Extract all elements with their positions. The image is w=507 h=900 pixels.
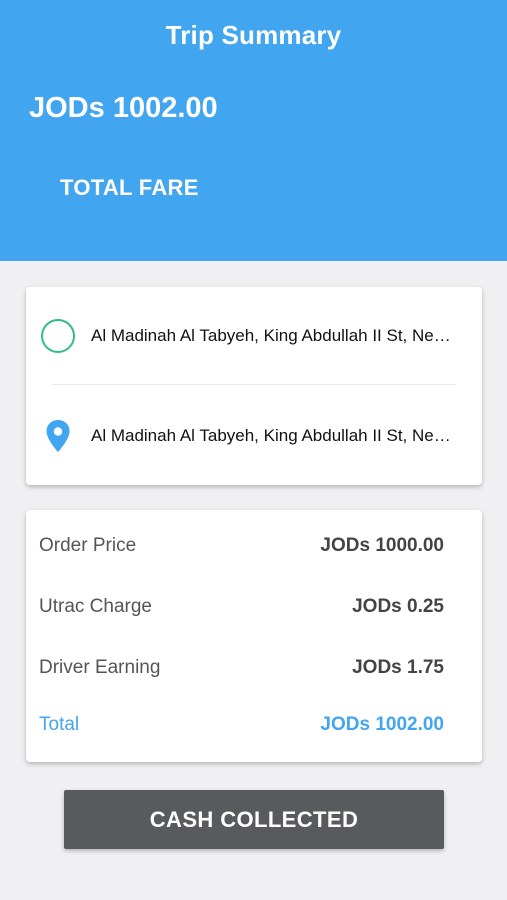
fare-row-utrac-charge: Utrac Charge JODs 0.25 bbox=[39, 592, 444, 622]
drop-row[interactable]: Al Madinah Al Tabyeh, King Abdullah II S… bbox=[0, 411, 507, 461]
fare-row-value: JODs 1.75 bbox=[352, 657, 444, 678]
page-title: Trip Summary bbox=[165, 20, 342, 50]
total-fare-amount: JODs 1002.00 bbox=[29, 92, 218, 124]
pickup-address: Al Madinah Al Tabyeh, King Abdullah II S… bbox=[91, 326, 462, 345]
fare-row-order-price: Order Price JODs 1000.00 bbox=[39, 531, 444, 561]
fare-breakdown-card: Order Price JODs 1000.00 Utrac Charge JO… bbox=[26, 510, 482, 762]
header: Trip Summary JODs 1002.00 TOTAL FARE bbox=[0, 0, 507, 261]
fare-row-driver-earning: Driver Earning JODs 1.75 bbox=[39, 653, 444, 683]
total-value: JODs 1002.00 bbox=[320, 714, 444, 735]
location-pin-icon bbox=[40, 418, 76, 454]
fare-row-label: Utrac Charge bbox=[39, 596, 152, 617]
fare-row-total: Total JODs 1002.00 bbox=[39, 710, 444, 740]
route-divider bbox=[52, 384, 456, 385]
pickup-circle-icon bbox=[40, 318, 76, 354]
fare-row-label: Order Price bbox=[39, 535, 137, 556]
fare-row-label: Driver Earning bbox=[39, 657, 161, 678]
total-label: Total bbox=[39, 714, 80, 735]
pickup-row[interactable]: Al Madinah Al Tabyeh, King Abdullah II S… bbox=[0, 311, 507, 361]
drop-address: Al Madinah Al Tabyeh, King Abdullah II S… bbox=[91, 426, 462, 445]
total-fare-label: TOTAL FARE bbox=[60, 175, 199, 200]
trip-summary-screen: Trip Summary JODs 1002.00 TOTAL FARE Al … bbox=[0, 0, 507, 900]
cash-collected-button[interactable]: CASH COLLECTED bbox=[64, 790, 444, 849]
fare-row-value: JODs 1000.00 bbox=[320, 535, 444, 556]
fare-row-value: JODs 0.25 bbox=[352, 596, 444, 617]
